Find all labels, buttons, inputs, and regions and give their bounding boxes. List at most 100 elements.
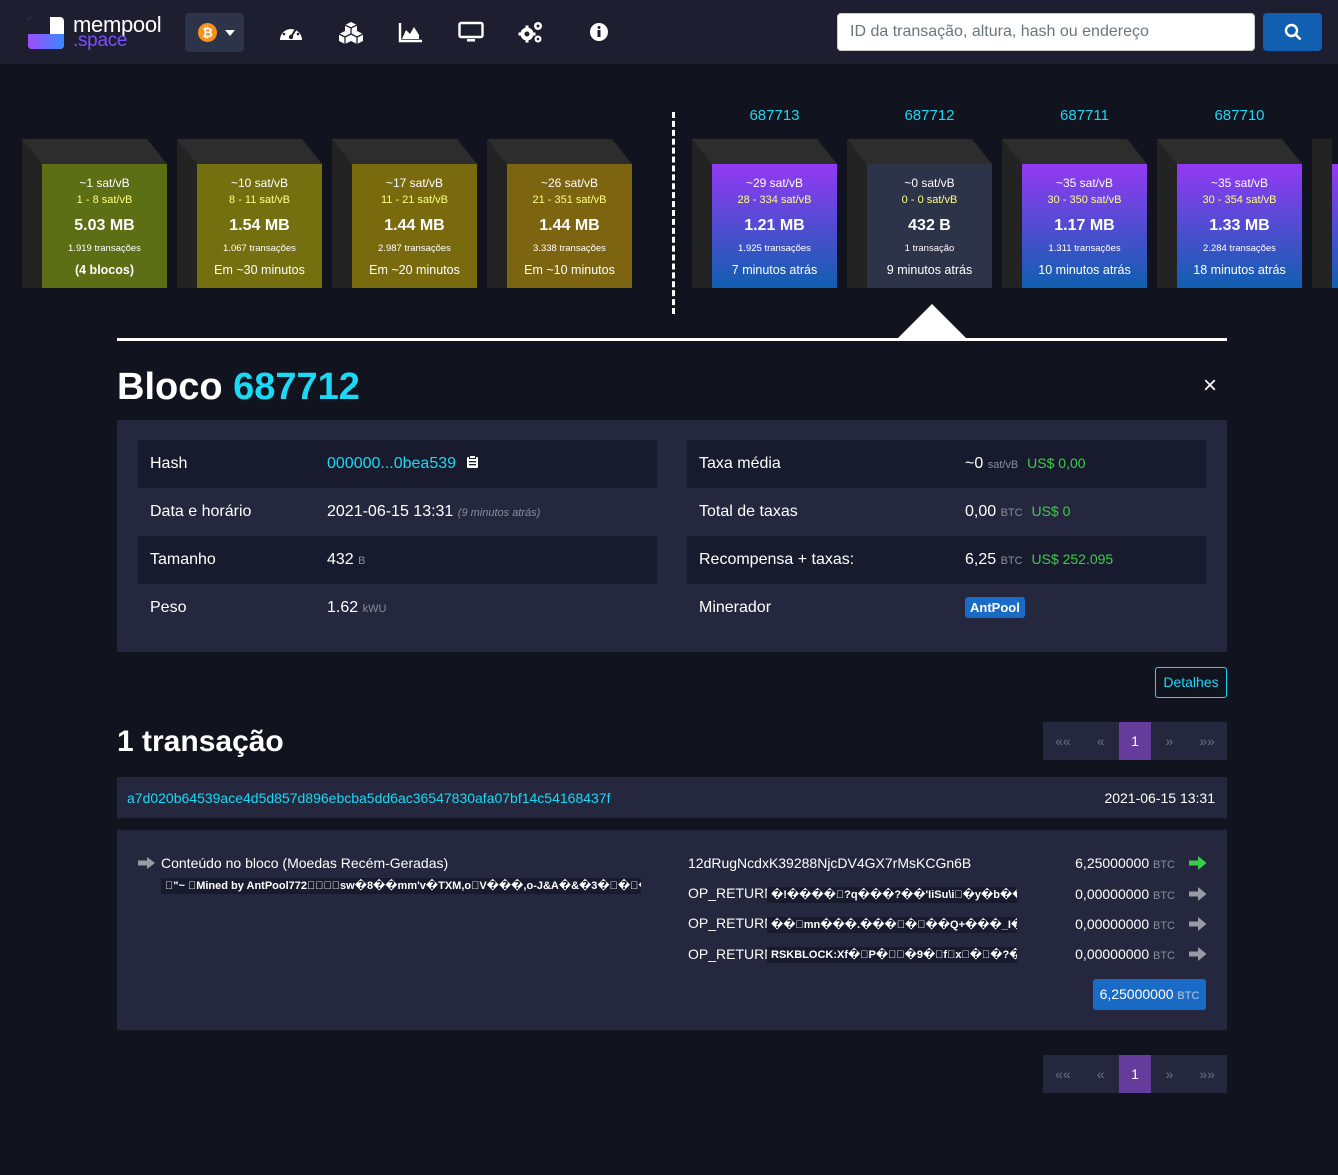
- median-fee-usd: US$ 0,00: [1027, 455, 1086, 471]
- caret-down-icon: [225, 30, 235, 36]
- block-fee: ~26 sat/vB: [540, 176, 599, 190]
- weight-label: Peso: [150, 599, 187, 616]
- block-hash-link[interactable]: 000000...0bea539: [327, 455, 456, 472]
- total-fees-usd: US$ 0: [1031, 503, 1071, 519]
- mempool-divider: [672, 112, 675, 314]
- tx-header: a7d020b64539ace4d5d857d896ebcba5dd6ac365…: [117, 777, 1227, 818]
- block-size: 432 B: [908, 217, 951, 234]
- output-op-return: OP_RETURN: [688, 946, 775, 962]
- bitcoin-icon: ₿: [198, 23, 217, 42]
- miner-label: Minerador: [699, 599, 772, 616]
- size-unit: B: [358, 555, 366, 567]
- output-amount: 0,00000000 BTC: [1075, 946, 1175, 962]
- block-tx-count: 1.925 transações: [738, 243, 811, 254]
- page-last[interactable]: »»: [1187, 722, 1227, 760]
- block-height-link[interactable]: 687712: [867, 107, 992, 124]
- page-last[interactable]: »»: [1187, 1055, 1227, 1093]
- hash-label: Hash: [150, 455, 188, 472]
- search-input[interactable]: [837, 13, 1255, 51]
- output-arrow-icon: [1189, 887, 1207, 901]
- output-op-return: OP_RETURN: [688, 915, 775, 931]
- op-return-data: �� mn���.��� � ��Q+���_I�Y�...: [767, 917, 1017, 933]
- block-tx-count: 1 transação: [904, 243, 955, 254]
- logo[interactable]: mempool .space: [28, 12, 178, 52]
- block-date-ago: (9 minutos atrás): [457, 507, 541, 519]
- block-fee-range: 30 - 350 sat/vB: [1047, 194, 1122, 206]
- input-arrow-icon: [138, 857, 155, 869]
- block-size: 1.33 MB: [1209, 217, 1270, 234]
- block-size: 5.03 MB: [74, 217, 135, 234]
- total-fees-unit: BTC: [1000, 507, 1023, 519]
- op-return-data: �!���� ?q���?��'IiSu\i �y�b����...: [767, 887, 1017, 903]
- page-next[interactable]: »: [1151, 722, 1188, 760]
- block-tx-count: 3.338 transações: [533, 243, 606, 254]
- reward-row: Recompensa + taxas: 6,25 BTC US$ 252.095: [687, 536, 1206, 584]
- page-title: Bloco 687712: [117, 366, 360, 409]
- close-icon[interactable]: ×: [1203, 372, 1217, 400]
- hash-row: Hash 000000...0bea539: [138, 440, 657, 488]
- tv-icon[interactable]: [458, 20, 484, 44]
- size-row: Tamanho 432 B: [138, 536, 657, 584]
- page-prev[interactable]: «: [1082, 1055, 1119, 1093]
- mined-block[interactable]: 687713 ~29 sat/vB 28 - 334 sat/vB 1.21 M…: [692, 107, 837, 288]
- block-time-ago: 7 minutos atrás: [731, 263, 818, 277]
- block-tx-count: 1.919 transações: [68, 243, 141, 254]
- block-height-link[interactable]: 687711: [1022, 107, 1147, 124]
- mined-block-partial[interactable]: [1312, 139, 1338, 288]
- median-fee-row: Taxa média ~0 sat/vB US$ 0,00: [687, 440, 1206, 488]
- output-arrow-icon[interactable]: [1189, 856, 1207, 870]
- block-fee-range: 21 - 351 sat/vB: [532, 194, 607, 206]
- output-amount: 0,00000000 BTC: [1075, 886, 1175, 902]
- block-tx-count: 2.284 transações: [1203, 243, 1276, 254]
- block-size: 1.54 MB: [229, 217, 290, 234]
- size-label: Tamanho: [150, 551, 216, 568]
- block-fee: ~29 sat/vB: [745, 176, 804, 190]
- copy-icon[interactable]: [466, 455, 479, 469]
- tx-total-badge: 6,25000000 BTC: [1093, 979, 1206, 1010]
- page-1[interactable]: 1: [1118, 1055, 1152, 1093]
- block-height-link[interactable]: 687713: [712, 107, 837, 124]
- total-fees-label: Total de taxas: [699, 503, 798, 520]
- network-selector[interactable]: ₿: [185, 13, 244, 52]
- mined-block[interactable]: 687710 ~35 sat/vB 30 - 354 sat/vB 1.33 M…: [1157, 107, 1302, 288]
- title-prefix: Bloco: [117, 366, 223, 408]
- dashboard-icon[interactable]: [278, 20, 304, 44]
- date-row: Data e horário 2021-06-15 13:31 (9 minut…: [138, 488, 657, 536]
- output-address-link[interactable]: 12dRugNcdxK39288NjcDV4GX7rMsKCGn6B: [688, 855, 971, 871]
- blocks-icon[interactable]: [338, 20, 364, 44]
- page-next[interactable]: »: [1151, 1055, 1188, 1093]
- mempool-block[interactable]: ~1 sat/vB 1 - 8 sat/vB 5.03 MB 1.919 tra…: [22, 139, 167, 288]
- reward-label: Recompensa + taxas:: [699, 551, 855, 568]
- block-height-link[interactable]: 687710: [1177, 107, 1302, 124]
- mempool-block[interactable]: ~26 sat/vB 21 - 351 sat/vB 1.44 MB 3.338…: [487, 139, 632, 288]
- date-label: Data e horário: [150, 503, 252, 520]
- coinbase-label: Conteúdo no bloco (Moedas Recém-Geradas): [161, 855, 449, 871]
- block-fee-range: 0 - 0 sat/vB: [901, 194, 958, 206]
- search-button[interactable]: [1263, 13, 1322, 51]
- page-1[interactable]: 1: [1118, 722, 1152, 760]
- txid-link[interactable]: a7d020b64539ace4d5d857d896ebcba5dd6ac365…: [127, 790, 610, 806]
- output-amount: 0,00000000 BTC: [1075, 916, 1175, 932]
- page-first[interactable]: ««: [1043, 722, 1083, 760]
- mined-block[interactable]: 687711 ~35 sat/vB 30 - 350 sat/vB 1.17 M…: [1002, 107, 1147, 288]
- block-fee: ~35 sat/vB: [1210, 176, 1269, 190]
- graphs-icon[interactable]: [398, 20, 424, 44]
- page-prev[interactable]: «: [1082, 722, 1119, 760]
- reward-usd: US$ 252.095: [1031, 551, 1114, 567]
- mempool-block[interactable]: ~10 sat/vB 8 - 11 sat/vB 1.54 MB 1.067 t…: [177, 139, 322, 288]
- block-tx-count: 2.987 transações: [378, 243, 451, 254]
- about-icon[interactable]: [587, 20, 613, 44]
- block-fee-range: 8 - 11 sat/vB: [229, 194, 290, 206]
- mempool-block[interactable]: ~17 sat/vB 11 - 21 sat/vB 1.44 MB 2.987 …: [332, 139, 477, 288]
- api-icon[interactable]: [518, 20, 544, 44]
- page-first[interactable]: ««: [1043, 1055, 1083, 1093]
- block-size: 1.44 MB: [539, 217, 600, 234]
- mined-block-selected[interactable]: 687712 ~0 sat/vB 0 - 0 sat/vB 432 B 1 tr…: [847, 107, 992, 288]
- op-return-data: RSKBLOCK:Xf� P�  �9� f x � �?��:\...: [767, 947, 1017, 963]
- miner-badge[interactable]: AntPool: [965, 597, 1025, 618]
- selection-line: [117, 338, 1227, 341]
- coinbase-script:  "~  Mined by AntPool772    sw�8��mm'v�T…: [161, 878, 641, 894]
- output-arrow-icon: [1189, 917, 1207, 931]
- details-button[interactable]: Detalhes: [1155, 667, 1227, 698]
- block-time-ago: 18 minutos atrás: [1193, 263, 1286, 277]
